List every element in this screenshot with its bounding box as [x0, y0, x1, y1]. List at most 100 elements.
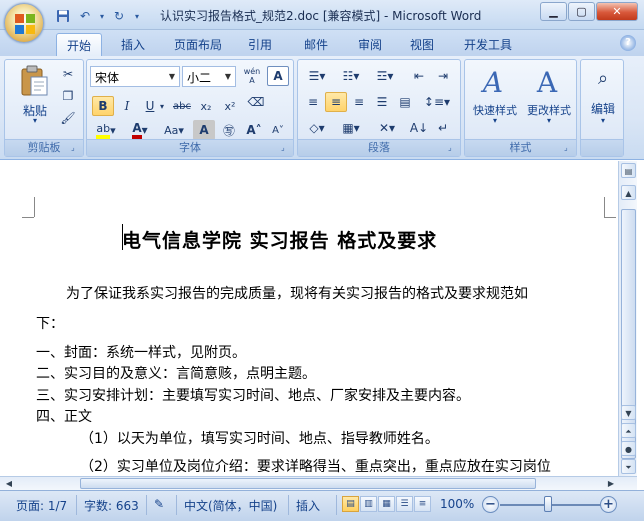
- copy-icon[interactable]: ❐: [57, 86, 79, 106]
- next-page-icon[interactable]: ⏷: [621, 459, 636, 474]
- web-layout-view-icon[interactable]: ▦: [378, 496, 395, 512]
- character-border-icon[interactable]: A: [267, 66, 289, 86]
- paste-dropdown-icon[interactable]: ▾: [27, 116, 43, 125]
- tab-page-layout[interactable]: 页面布局: [166, 33, 230, 56]
- previous-page-icon[interactable]: ⏶: [621, 423, 636, 438]
- tab-developer[interactable]: 开发工具: [456, 33, 520, 56]
- insert-mode-indicator[interactable]: 插入: [296, 497, 320, 514]
- tab-home[interactable]: 开始: [56, 33, 102, 56]
- font-launcher-icon[interactable]: ⌟: [281, 143, 291, 153]
- line-spacing-icon[interactable]: ↕≡▾: [422, 92, 452, 112]
- vertical-scroll-thumb[interactable]: [621, 209, 636, 459]
- clear-formatting-icon[interactable]: ⌫: [245, 92, 267, 112]
- align-center-icon[interactable]: ≡: [325, 92, 347, 112]
- scroll-left-icon[interactable]: ◀: [2, 477, 16, 490]
- language-indicator[interactable]: 中文(简体，中国): [184, 497, 277, 514]
- subscript-button[interactable]: x₂: [195, 96, 217, 116]
- redo-icon[interactable]: ↻: [110, 7, 128, 25]
- horizontal-scroll-thumb[interactable]: [80, 478, 536, 489]
- dropdown-arrow-icon[interactable]: ▾: [98, 7, 106, 25]
- change-case-icon[interactable]: Aa▾: [159, 120, 189, 140]
- zoom-in-button[interactable]: +: [600, 496, 617, 513]
- zoom-out-button[interactable]: −: [482, 496, 499, 513]
- bullets-icon[interactable]: ☰▾: [302, 66, 332, 86]
- phonetic-guide-icon[interactable]: wén A: [241, 66, 263, 86]
- cut-icon[interactable]: ✂: [57, 64, 79, 84]
- minimize-button[interactable]: ▁: [540, 2, 567, 21]
- horizontal-scrollbar[interactable]: ◀ ▶: [0, 476, 637, 490]
- zoom-slider-track[interactable]: [500, 504, 604, 506]
- binoculars-icon[interactable]: ⌕: [589, 64, 617, 92]
- quick-styles-icon[interactable]: A: [475, 64, 511, 100]
- borders-icon[interactable]: ▦▾: [336, 118, 366, 138]
- customize-icon[interactable]: ▾: [132, 7, 142, 25]
- shrink-font-icon[interactable]: A˅: [267, 120, 289, 140]
- zoom-slider-thumb[interactable]: [544, 496, 552, 512]
- shading-icon[interactable]: ◇▾: [302, 118, 332, 138]
- change-styles-dropdown-icon[interactable]: ▾: [541, 116, 557, 125]
- office-button[interactable]: [4, 3, 44, 43]
- superscript-button[interactable]: x²: [219, 96, 241, 116]
- scroll-down-icon[interactable]: ▼: [621, 405, 636, 420]
- text-highlight-color-icon[interactable]: ab ▾: [91, 120, 121, 140]
- document-paragraph[interactable]: （2）实习单位及岗位介绍：要求详略得当、重点突出，重点应放在实习岗位: [80, 456, 551, 476]
- increase-indent-icon[interactable]: ⇥: [432, 66, 454, 86]
- help-icon[interactable]: ?: [620, 35, 636, 51]
- grow-font-icon[interactable]: A˄: [243, 120, 265, 140]
- paste-icon[interactable]: [17, 64, 51, 98]
- word-count[interactable]: 字数: 663: [84, 497, 139, 514]
- document-paragraph[interactable]: 一、封面：系统一样式，见附页。: [36, 342, 246, 362]
- distributed-icon[interactable]: ▤: [394, 92, 416, 112]
- scroll-right-icon[interactable]: ▶: [604, 477, 618, 490]
- document-paragraph[interactable]: 为了保证我系实习报告的完成质量，现将有关实习报告的格式及要求规范如: [66, 283, 528, 303]
- tab-view[interactable]: 视图: [402, 33, 442, 56]
- document-heading[interactable]: 电气信息学院 实习报告 格式及要求: [122, 226, 437, 253]
- styles-launcher-icon[interactable]: ⌟: [564, 143, 574, 153]
- align-left-icon[interactable]: ≡: [302, 92, 324, 112]
- proofing-icon[interactable]: ✎: [154, 497, 164, 511]
- chinese-layout-icon[interactable]: ✕▾: [372, 118, 402, 138]
- view-ruler-icon[interactable]: ▤: [621, 163, 636, 178]
- tab-references[interactable]: 引用: [240, 33, 280, 56]
- document-paragraph[interactable]: 三、实习安排计划：主要填写实习时间、地点、厂家安排及主要内容。: [36, 385, 470, 405]
- change-styles-icon[interactable]: A: [529, 64, 565, 100]
- show-formatting-marks-icon[interactable]: ↵: [432, 118, 454, 138]
- italic-button[interactable]: I: [116, 96, 138, 116]
- tab-review[interactable]: 审阅: [350, 33, 390, 56]
- underline-dropdown-icon[interactable]: ▾: [157, 96, 167, 116]
- font-color-icon[interactable]: A ▾: [125, 120, 155, 140]
- document-paragraph[interactable]: （1）以天为单位，填写实习时间、地点、指导教师姓名。: [80, 428, 439, 448]
- justify-icon[interactable]: ☰: [371, 92, 393, 112]
- clipboard-launcher-icon[interactable]: ⌟: [71, 143, 81, 153]
- page-indicator[interactable]: 页面: 1/7: [16, 497, 67, 514]
- decrease-indent-icon[interactable]: ⇤: [408, 66, 430, 86]
- vertical-scrollbar[interactable]: ▤ ▲ ▼ ⏶ ● ⏷: [618, 161, 637, 476]
- save-icon[interactable]: [54, 7, 72, 25]
- document-paragraph[interactable]: 下：: [36, 313, 64, 333]
- tab-mailings[interactable]: 邮件: [296, 33, 336, 56]
- close-button[interactable]: ✕: [596, 2, 638, 21]
- quick-styles-dropdown-icon[interactable]: ▾: [487, 116, 503, 125]
- paragraph-launcher-icon[interactable]: ⌟: [448, 143, 458, 153]
- sort-icon[interactable]: A↓: [408, 118, 430, 138]
- outline-view-icon[interactable]: ☰: [396, 496, 413, 512]
- character-shading-icon[interactable]: A: [193, 120, 215, 140]
- align-right-icon[interactable]: ≡: [348, 92, 370, 112]
- editing-dropdown-icon[interactable]: ▾: [595, 116, 611, 125]
- print-layout-view-icon[interactable]: ▤: [342, 496, 359, 512]
- multilevel-list-icon[interactable]: ☲▾: [370, 66, 400, 86]
- document-paragraph[interactable]: 四、正文: [36, 406, 92, 426]
- format-painter-icon[interactable]: 🖌: [57, 108, 79, 128]
- strikethrough-button[interactable]: abc: [171, 96, 193, 116]
- document-paragraph[interactable]: 二、实习目的及意义：言简意赅，点明主题。: [36, 363, 316, 383]
- tab-insert[interactable]: 插入: [112, 33, 154, 56]
- font-name-combo[interactable]: 宋体 ▼: [90, 66, 180, 87]
- select-browse-object-icon[interactable]: ●: [621, 441, 636, 456]
- bold-button[interactable]: B: [92, 96, 114, 116]
- zoom-level[interactable]: 100%: [440, 497, 474, 511]
- editing-button[interactable]: 编辑: [583, 100, 623, 117]
- draft-view-icon[interactable]: ≡: [414, 496, 431, 512]
- enclose-characters-icon[interactable]: ㊢: [218, 120, 240, 140]
- scroll-up-icon[interactable]: ▲: [621, 185, 636, 200]
- font-size-combo[interactable]: 小二 ▼: [182, 66, 236, 87]
